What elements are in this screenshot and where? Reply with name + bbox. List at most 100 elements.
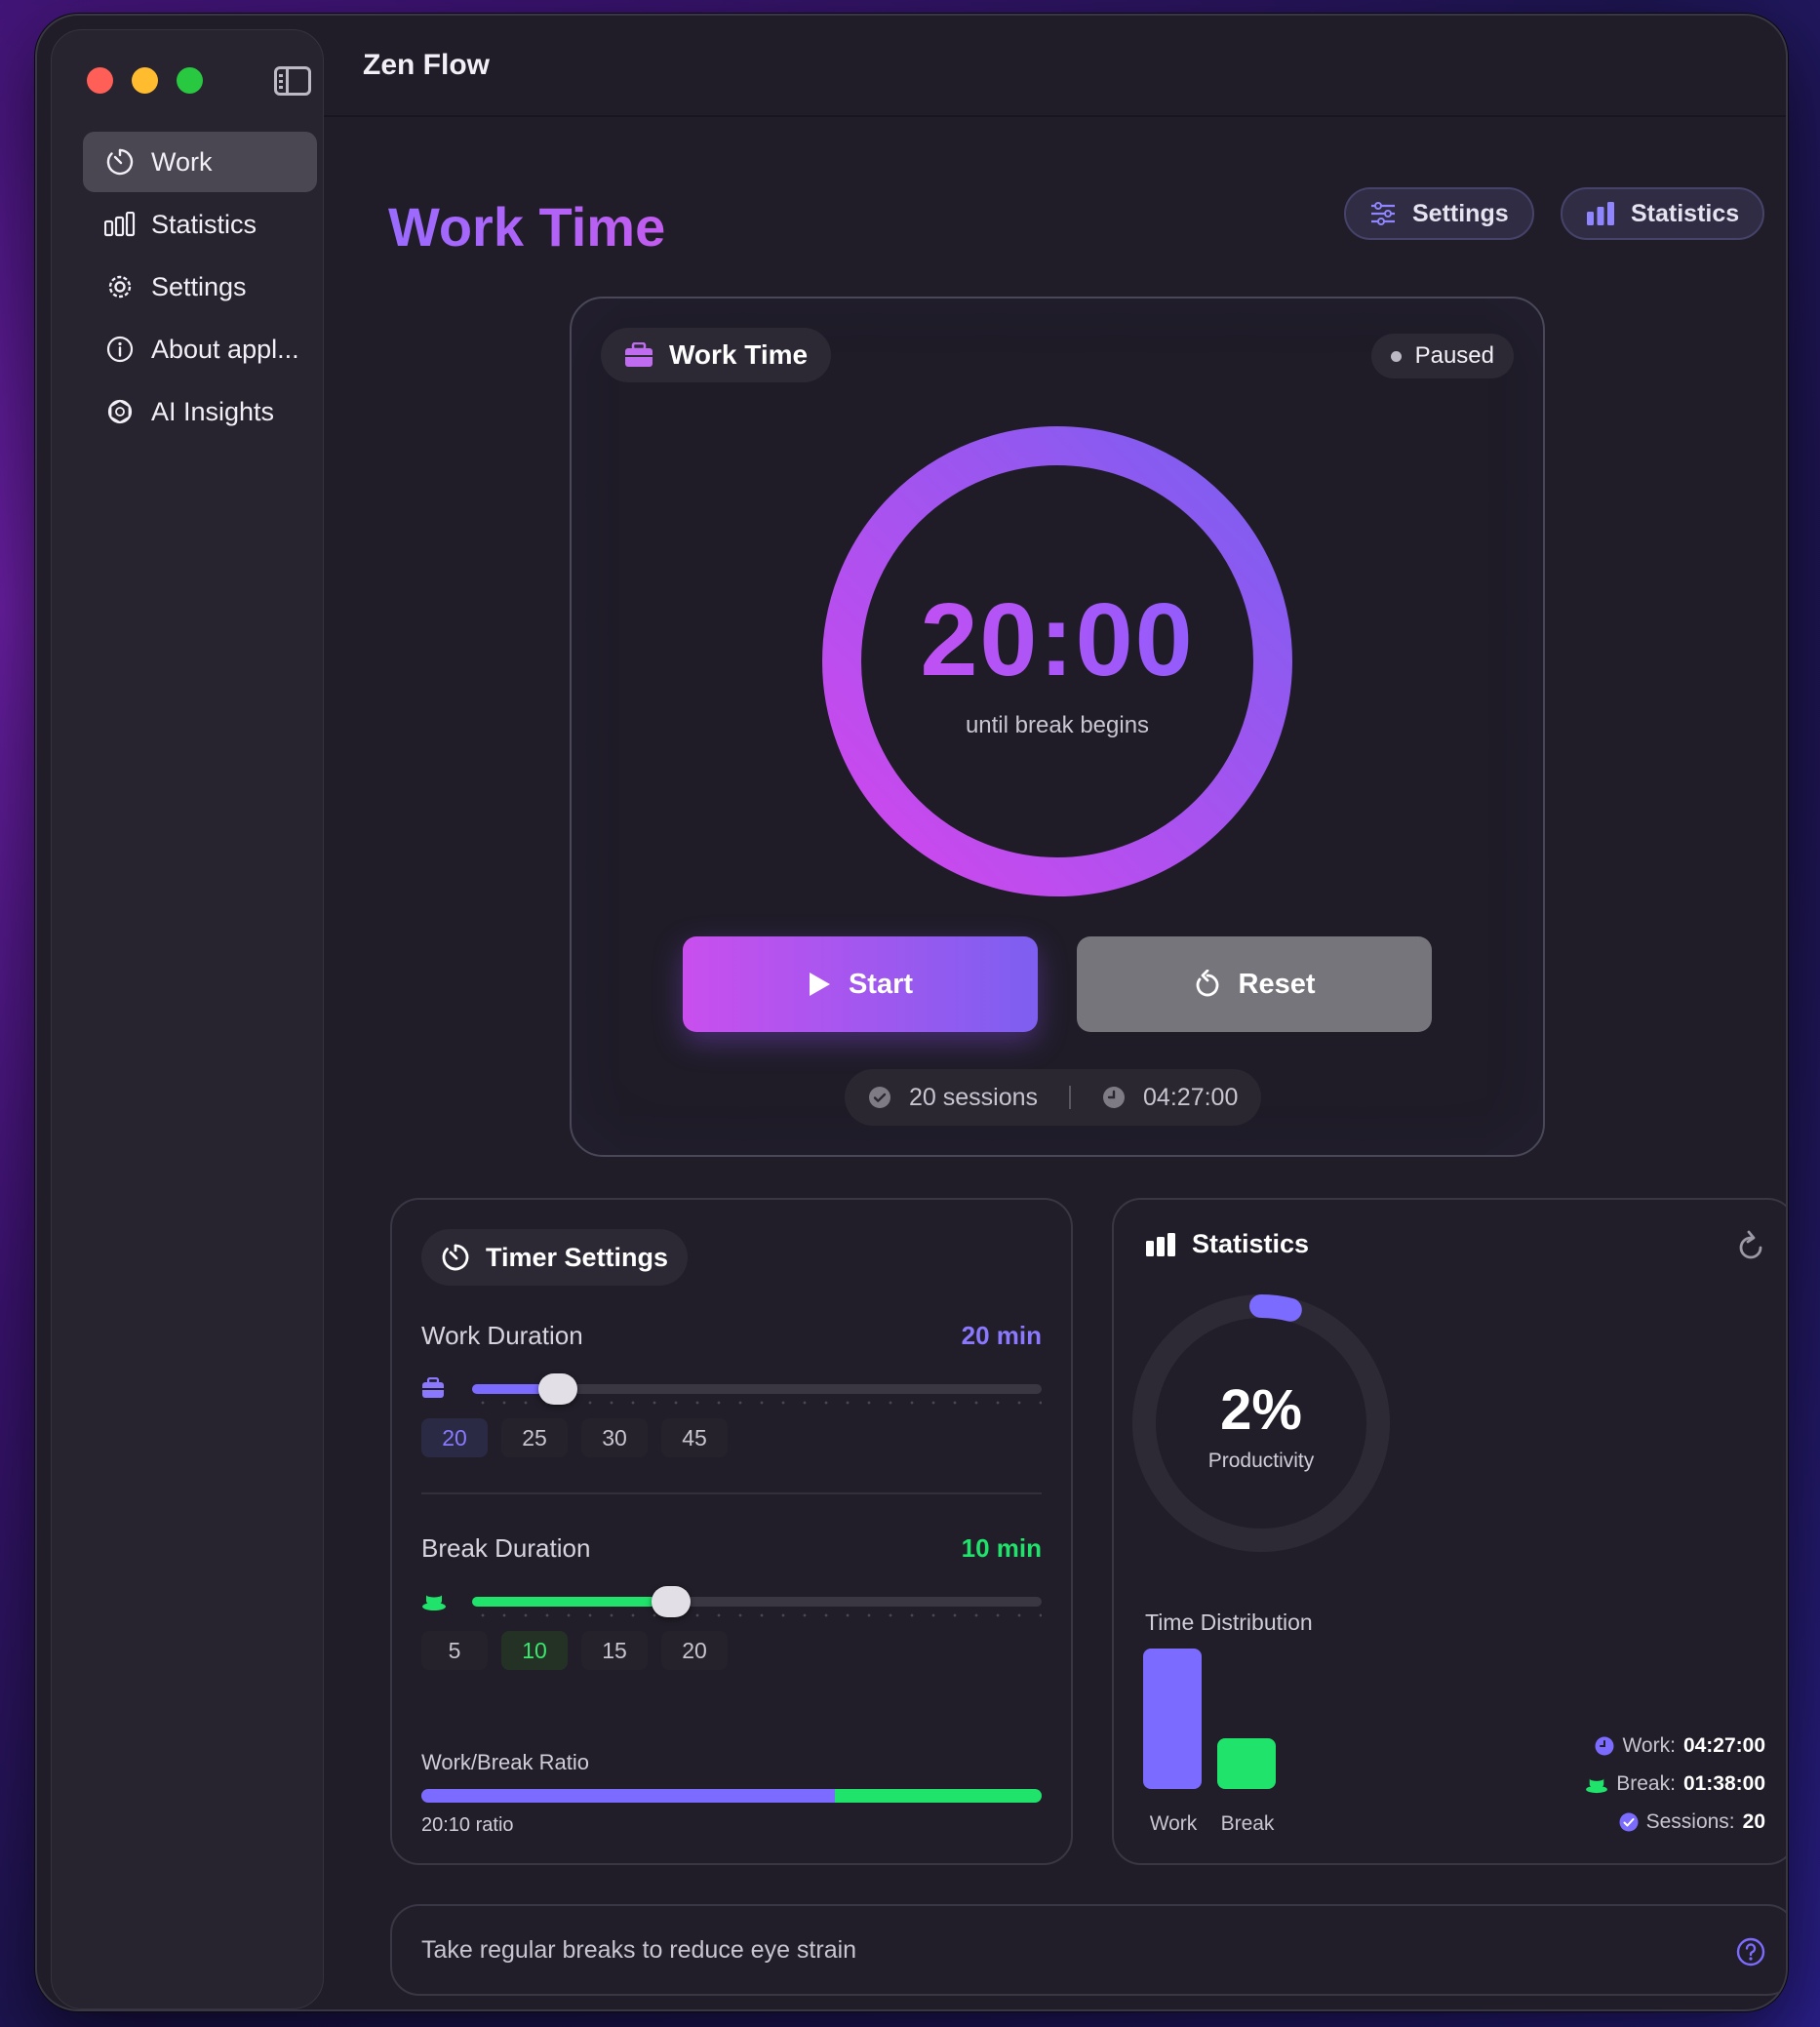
status-dot-icon [1390, 350, 1402, 362]
sliders-icon [1369, 202, 1397, 225]
work-preset-20[interactable]: 20 [421, 1418, 488, 1457]
zoom-window-button[interactable] [177, 67, 203, 94]
sidebar-item-settings[interactable]: Settings [83, 257, 317, 317]
break-preset-20[interactable]: 20 [661, 1631, 728, 1670]
statistics-legend: Work: 04:27:00 Break: 01:38:00 Sessions:… [1585, 1727, 1765, 1841]
bar-chart-icon [104, 209, 136, 240]
legend-sessions-value: 20 [1742, 1809, 1765, 1833]
app-title: Zen Flow [363, 49, 490, 81]
sidebar-item-ai-insights[interactable]: AI Insights [83, 381, 317, 442]
sidebar-item-work[interactable]: Work [83, 132, 317, 192]
sidebar-item-label: About appl... [151, 334, 299, 364]
work-bar-label: Work [1149, 1812, 1198, 1835]
minimize-window-button[interactable] [132, 67, 158, 94]
slider-thumb[interactable] [652, 1586, 692, 1617]
tip-text: Take regular breaks to reduce eye strain [421, 1935, 857, 1964]
sidebar-toggle-icon[interactable] [274, 66, 311, 96]
work-duration-slider[interactable] [421, 1370, 1042, 1409]
work-duration-label: Work Duration [421, 1321, 583, 1350]
timer-icon [104, 146, 136, 178]
legend-break-value: 01:38:00 [1682, 1771, 1765, 1795]
sidebar-item-label: AI Insights [151, 396, 275, 426]
sidebar-nav: Work Statistics Settings About appl... A… [83, 132, 317, 444]
reset-icon [1194, 970, 1221, 999]
timer-settings-header: Timer Settings [421, 1229, 689, 1286]
statistics-title: Statistics [1192, 1229, 1310, 1258]
timer-settings-card: Timer Settings Work Duration 20 min 20 2… [390, 1198, 1073, 1865]
session-summary: 20 sessions 04:27:00 [845, 1069, 1262, 1126]
statistics-button[interactable]: Statistics [1561, 187, 1765, 240]
legend-work-value: 04:27:00 [1682, 1733, 1765, 1757]
start-button-label: Start [848, 968, 914, 1000]
start-button[interactable]: Start [683, 936, 1038, 1032]
ratio-work-segment [421, 1789, 836, 1803]
countdown-subtitle: until break begins [965, 712, 1150, 738]
legend-work: Work: 04:27:00 [1585, 1727, 1765, 1765]
main-content: Work Time Settings Statistics Work Time [324, 117, 1786, 2009]
work-duration-value: 20 min [961, 1321, 1042, 1350]
bar-chart-icon [1145, 1232, 1176, 1256]
help-icon[interactable] [1736, 1937, 1765, 1973]
checkmark-circle-icon [868, 1086, 891, 1109]
info-icon [104, 334, 136, 365]
sidebar-item-about[interactable]: About appl... [83, 319, 317, 379]
work-preset-45[interactable]: 45 [661, 1418, 728, 1457]
close-window-button[interactable] [87, 67, 113, 94]
break-preset-15[interactable]: 15 [581, 1631, 648, 1670]
ratio-label: Work/Break Ratio [421, 1750, 589, 1774]
clock-icon [1102, 1086, 1126, 1109]
break-duration-presets: 5 10 15 20 [421, 1631, 728, 1670]
mode-label: Work Time [669, 339, 809, 370]
work-duration-presets: 20 25 30 45 [421, 1418, 728, 1457]
divider [421, 1492, 1042, 1494]
gear-icon [104, 271, 136, 302]
legend-break-label: Break: [1616, 1771, 1676, 1795]
briefcase-icon [421, 1376, 445, 1404]
time-distribution-bars [1143, 1649, 1289, 1789]
reset-button[interactable]: Reset [1077, 936, 1432, 1032]
break-bar [1217, 1738, 1276, 1789]
productivity-label: Productivity [1207, 1450, 1315, 1472]
sidebar-item-label: Settings [151, 271, 247, 301]
productivity-value: 2% [1220, 1378, 1302, 1442]
break-duration-slider[interactable] [421, 1582, 1042, 1621]
sidebar-item-statistics[interactable]: Statistics [83, 194, 317, 255]
work-preset-25[interactable]: 25 [501, 1418, 568, 1457]
slider-thumb[interactable] [537, 1373, 577, 1405]
settings-button-label: Settings [1412, 199, 1509, 227]
status-text: Paused [1414, 342, 1494, 369]
clock-icon [1595, 1736, 1614, 1756]
total-time: 04:27:00 [1143, 1083, 1239, 1111]
work-preset-30[interactable]: 30 [581, 1418, 648, 1457]
break-bar-label: Break [1220, 1812, 1275, 1835]
slider-fill [472, 1597, 672, 1607]
app-window: Work Statistics Settings About appl... A… [35, 14, 1788, 2011]
window-controls [87, 67, 203, 94]
titlebar: Zen Flow [324, 16, 1786, 117]
timer-ring: 20:00 until break begins [821, 425, 1293, 897]
timer-settings-title: Timer Settings [486, 1242, 669, 1272]
statistics-button-label: Statistics [1631, 199, 1740, 227]
briefcase-icon [624, 342, 653, 368]
status-badge: Paused [1370, 334, 1514, 378]
checkmark-circle-icon [1619, 1812, 1639, 1832]
mode-badge: Work Time [601, 328, 832, 382]
break-duration-label: Break Duration [421, 1533, 591, 1563]
countdown-display: 20:00 [821, 581, 1293, 699]
coffee-cup-icon [1585, 1774, 1608, 1794]
bar-chart-icon [1586, 202, 1615, 225]
productivity-donut: 2% Productivity [1131, 1293, 1391, 1553]
statistics-card: Statistics 2% Productivity Time Distribu… [1112, 1198, 1786, 1865]
refresh-icon[interactable] [1736, 1229, 1765, 1267]
settings-button[interactable]: Settings [1344, 187, 1534, 240]
time-distribution-title: Time Distribution [1145, 1610, 1313, 1635]
tip-bar: Take regular breaks to reduce eye strain [390, 1904, 1786, 1996]
break-preset-10[interactable]: 10 [501, 1631, 568, 1670]
ratio-break-segment [835, 1789, 1042, 1803]
reset-button-label: Reset [1238, 968, 1316, 1000]
break-preset-5[interactable]: 5 [421, 1631, 488, 1670]
work-duration-row: Work Duration 20 min [421, 1321, 1042, 1351]
ratio-text: 20:10 ratio [421, 1814, 514, 1836]
work-bar [1143, 1649, 1202, 1789]
sidebar-item-label: Work [151, 146, 213, 177]
